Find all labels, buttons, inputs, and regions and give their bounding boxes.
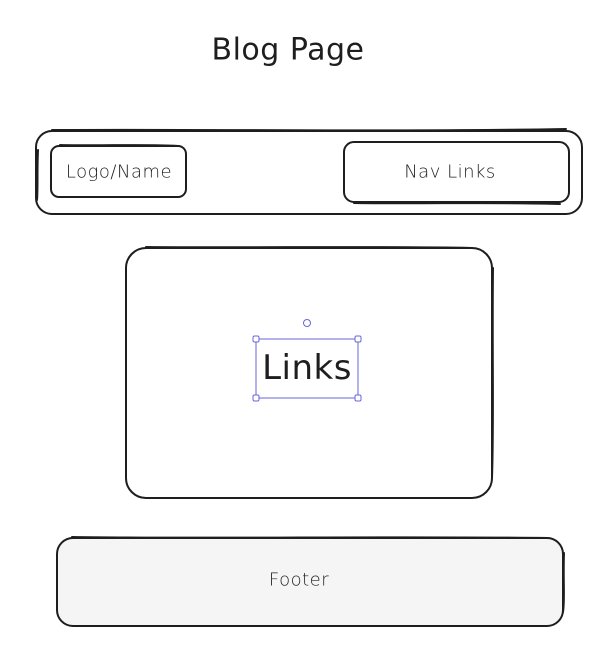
resize-handle-top-right[interactable] [354, 335, 362, 343]
footer-label: Footer [268, 569, 330, 591]
resize-handle-bottom-left[interactable] [252, 394, 260, 402]
resize-handle-bottom-right[interactable] [354, 394, 362, 402]
nav-links-label: Nav Links [404, 161, 496, 183]
rotate-handle[interactable] [303, 319, 311, 327]
resize-handle-top-left[interactable] [252, 335, 260, 343]
page-title: Blog Page [211, 32, 365, 68]
links-label[interactable]: Links [262, 348, 352, 388]
logo-name-label: Logo/Name [65, 161, 173, 183]
